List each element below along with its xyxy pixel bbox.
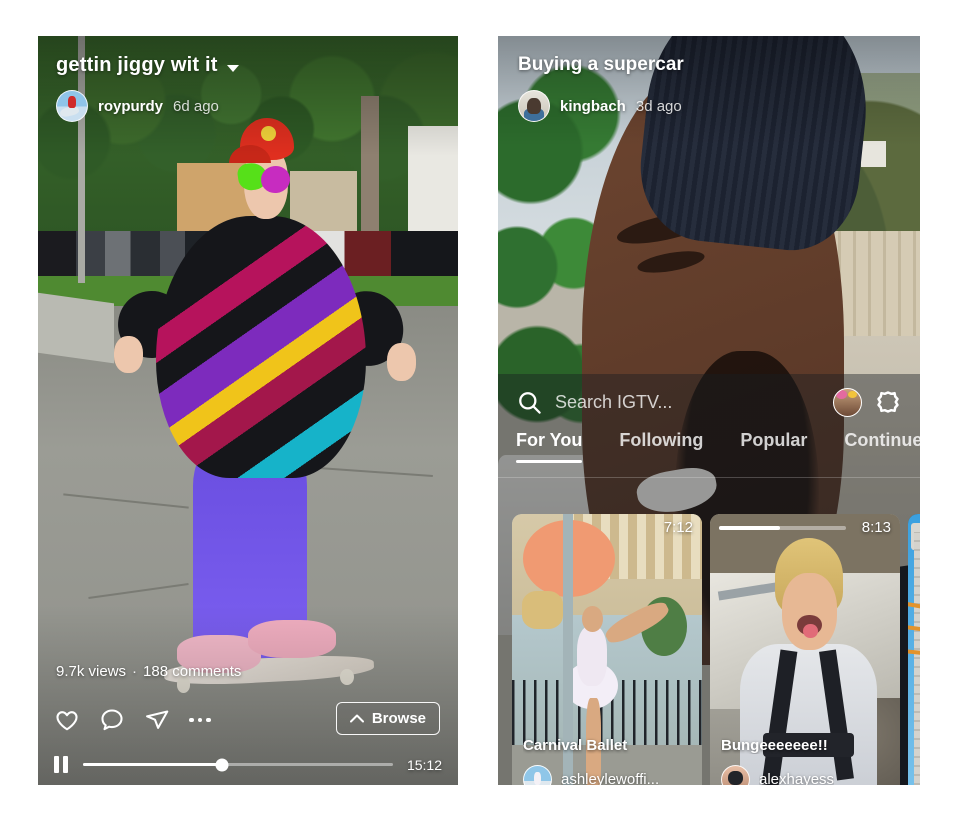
card-duration: 8:13 bbox=[861, 519, 891, 536]
author-username[interactable]: roypurdy bbox=[98, 98, 163, 115]
screenshot-canvas: gettin jiggy wit it roypurdy 6d ago 9.7k… bbox=[0, 0, 960, 826]
card-title: Bungeeeeeee!! bbox=[721, 737, 828, 754]
view-count: 9.7k views bbox=[56, 663, 127, 680]
video-card[interactable]: 7:12 Carnival Ballet ashleylewoffi... bbox=[512, 514, 702, 785]
tab-for-you[interactable]: For You bbox=[516, 430, 583, 463]
video-timestamp: 6d ago bbox=[173, 97, 219, 115]
comment-bubble-icon[interactable] bbox=[99, 707, 125, 733]
card-title: Carnival Ballet bbox=[523, 737, 628, 754]
search-icon bbox=[519, 391, 541, 414]
video-title: Buying a supercar bbox=[518, 54, 684, 75]
gear-icon bbox=[877, 391, 899, 413]
igtv-browse-screen: Buying a supercar kingbach 3d ago Search… bbox=[498, 36, 920, 785]
card-progress-bar[interactable] bbox=[719, 526, 846, 530]
chevron-down-icon[interactable] bbox=[226, 64, 239, 72]
progress-scrubber[interactable] bbox=[83, 758, 393, 771]
browse-button-label: Browse bbox=[371, 710, 426, 727]
avatar[interactable] bbox=[518, 90, 550, 122]
tab-continue-watching[interactable]: Continue W bbox=[844, 430, 920, 463]
stats-separator: · bbox=[132, 663, 138, 680]
card-username[interactable]: alexhayess bbox=[759, 771, 834, 785]
pause-icon[interactable] bbox=[54, 756, 69, 773]
card-author-row[interactable]: alexhayess bbox=[721, 765, 892, 785]
avatar[interactable] bbox=[56, 90, 88, 122]
video-duration: 15:12 bbox=[406, 756, 442, 773]
search-input[interactable]: Search IGTV... bbox=[555, 392, 821, 413]
paper-plane-icon[interactable] bbox=[144, 707, 170, 733]
tab-popular[interactable]: Popular bbox=[740, 430, 807, 463]
ellipsis-icon[interactable] bbox=[189, 707, 211, 733]
right-phone-screen: Buying a supercar kingbach 3d ago Search… bbox=[498, 36, 920, 785]
profile-avatar[interactable] bbox=[833, 387, 862, 417]
video-card[interactable]: 8:13 Bungeeeeeee!! alexhayess bbox=[710, 514, 900, 785]
card-duration: 7:12 bbox=[663, 519, 693, 536]
video-card-list: 7:12 Carnival Ballet ashleylewoffi... 8:… bbox=[512, 514, 920, 785]
comment-count[interactable]: 188 comments bbox=[143, 663, 241, 680]
tab-following[interactable]: Following bbox=[619, 430, 703, 463]
video-title-row[interactable]: gettin jiggy wit it bbox=[56, 54, 239, 77]
card-username[interactable]: ashleylewoffi... bbox=[561, 771, 659, 785]
video-author-row[interactable]: kingbach 3d ago bbox=[518, 90, 682, 122]
player-controls: 15:12 bbox=[54, 756, 442, 773]
card-author-row[interactable]: ashleylewoffi... bbox=[523, 765, 694, 785]
search-bar[interactable]: Search IGTV... bbox=[498, 374, 920, 430]
avatar[interactable] bbox=[721, 765, 750, 785]
video-stats: 9.7k views · 188 comments bbox=[56, 663, 241, 680]
video-title: gettin jiggy wit it bbox=[56, 54, 218, 76]
video-timestamp: 3d ago bbox=[635, 97, 682, 115]
browse-button[interactable]: Browse bbox=[335, 702, 440, 735]
video-card-partial[interactable] bbox=[908, 514, 920, 785]
left-phone-screen: gettin jiggy wit it roypurdy 6d ago 9.7k… bbox=[38, 36, 458, 785]
tabs-divider bbox=[498, 477, 920, 478]
heart-icon[interactable] bbox=[54, 707, 80, 733]
igtv-player-screen: gettin jiggy wit it roypurdy 6d ago 9.7k… bbox=[38, 36, 458, 785]
author-username[interactable]: kingbach bbox=[560, 98, 626, 115]
browse-tabs: For You Following Popular Continue W bbox=[498, 430, 920, 478]
avatar[interactable] bbox=[523, 765, 552, 785]
video-author-row[interactable]: roypurdy 6d ago bbox=[56, 90, 219, 122]
chevron-up-icon bbox=[349, 714, 364, 723]
action-bar bbox=[54, 707, 211, 733]
